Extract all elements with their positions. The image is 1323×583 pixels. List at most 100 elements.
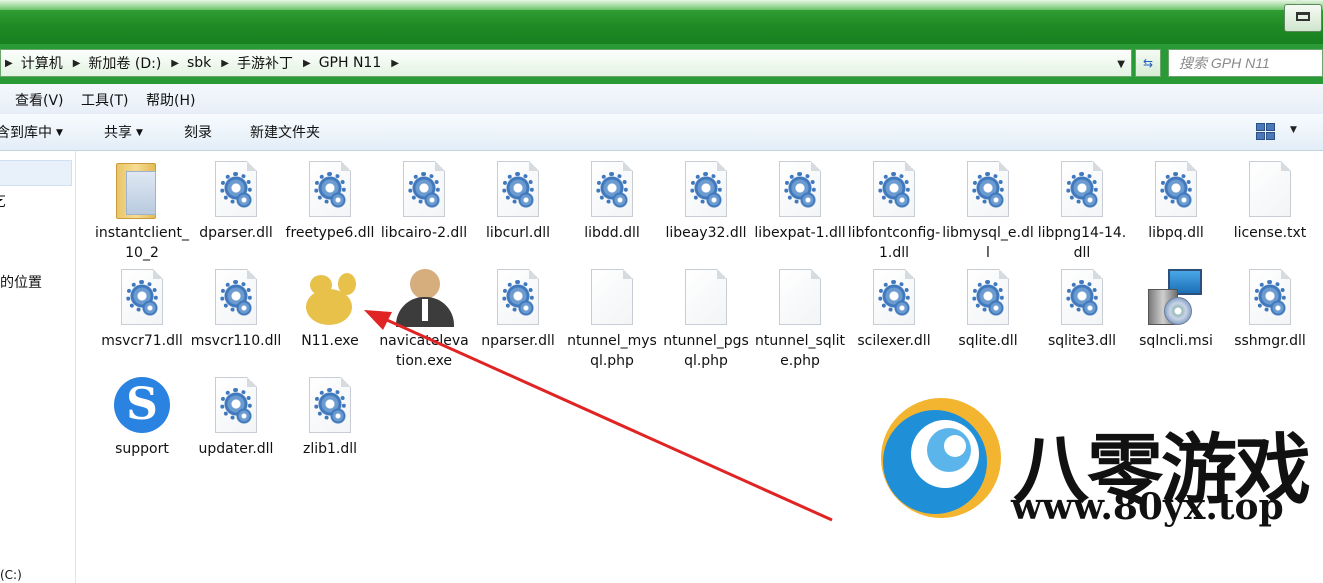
file-name: sqlite3.dll xyxy=(1047,333,1117,349)
dll-gear-icon xyxy=(488,161,548,221)
file-item-ntunnel-mysql[interactable]: ntunnel_mysql.php xyxy=(565,269,659,371)
folder-icon xyxy=(112,161,172,221)
dll-gear-icon xyxy=(864,161,924,221)
menu-bar: 查看(V) 工具(T) 帮助(H) xyxy=(0,84,1323,115)
nav-item-partial[interactable]: 乞 xyxy=(0,191,6,211)
address-dropdown-icon[interactable]: ▼ xyxy=(1117,59,1125,70)
dll-gear-icon xyxy=(206,377,266,437)
file-item-navicatelevation[interactable]: navicatelevation.exe xyxy=(377,269,471,371)
file-item-libmysql-e[interactable]: libmysql_e.dll xyxy=(941,161,1035,263)
breadcrumb-arrow-icon[interactable]: ▶ xyxy=(69,58,85,69)
file-item-msvcr71[interactable]: msvcr71.dll xyxy=(95,269,189,351)
address-bar[interactable]: ▶ 计算机 ▶ 新加卷 (D:) ▶ sbk ▶ 手游补丁 ▶ GPH N11 ▶ ▼ xyxy=(0,49,1132,77)
breadcrumb-arrow-icon[interactable]: ▶ xyxy=(217,58,233,69)
file-item-sqlite[interactable]: sqlite.dll xyxy=(941,269,1035,351)
file-item-instantclient[interactable]: instantclient_10_2 xyxy=(95,161,189,263)
menu-help[interactable]: 帮助(H) xyxy=(146,90,195,110)
dll-gear-icon xyxy=(206,269,266,329)
file-name: freetype6.dll xyxy=(285,225,375,241)
menu-view[interactable]: 查看(V) xyxy=(15,90,64,110)
file-item-libcairo[interactable]: libcairo-2.dll xyxy=(377,161,471,243)
file-item-libfontconfig[interactable]: libfontconfig-1.dll xyxy=(847,161,941,263)
breadcrumb-patch[interactable]: 手游补丁 ▶ xyxy=(233,50,315,76)
breadcrumb-computer[interactable]: 计算机 ▶ xyxy=(17,50,85,76)
breadcrumb-drive[interactable]: 新加卷 (D:) ▶ xyxy=(84,50,183,76)
breadcrumb-root-arrow[interactable]: ▶ xyxy=(1,50,17,76)
file-item-freetype6[interactable]: freetype6.dll xyxy=(283,161,377,243)
nav-item-recent-places[interactable]: 的位置 xyxy=(0,272,42,292)
dll-gear-icon xyxy=(394,161,454,221)
file-item-libpng14[interactable]: libpng14-14.dll xyxy=(1035,161,1129,263)
file-name: support xyxy=(115,441,169,457)
search-input[interactable] xyxy=(1168,49,1323,77)
file-name: msvcr110.dll xyxy=(190,333,282,349)
view-dropdown-icon[interactable]: ▼ xyxy=(1290,125,1297,135)
file-name: libfontconfig-1.dll xyxy=(847,225,941,261)
file-item-nparser[interactable]: nparser.dll xyxy=(471,269,565,351)
dll-gear-icon xyxy=(488,269,548,329)
file-item-ntunnel-pgsql[interactable]: ntunnel_pgsql.php xyxy=(659,269,753,371)
file-item-scilexer[interactable]: scilexer.dll xyxy=(847,269,941,351)
file-item-sqlite3[interactable]: sqlite3.dll xyxy=(1035,269,1129,351)
watermark: 八零游戏 www.80yx.top xyxy=(873,368,1323,583)
breadcrumb-arrow-icon[interactable]: ▶ xyxy=(387,58,403,69)
file-item-libexpat[interactable]: libexpat-1.dll xyxy=(753,161,847,243)
file-name: msvcr71.dll xyxy=(101,333,183,349)
breadcrumb-label: sbk xyxy=(186,55,212,71)
file-name: ntunnel_mysql.php xyxy=(567,333,657,369)
command-toolbar: 含到库中 ▼ 共享 ▼ 刻录 新建文件夹 ▼ xyxy=(0,114,1323,151)
file-item-n11-exe[interactable]: N11.exe xyxy=(283,269,377,351)
file-item-libcurl[interactable]: libcurl.dll xyxy=(471,161,565,243)
restore-button[interactable] xyxy=(1284,4,1322,32)
php-file-icon xyxy=(676,269,736,329)
share-button[interactable]: 共享 ▼ xyxy=(104,122,143,142)
file-item-libdd[interactable]: libdd.dll xyxy=(565,161,659,243)
dll-gear-icon xyxy=(1052,161,1112,221)
breadcrumb-sbk[interactable]: sbk ▶ xyxy=(183,50,233,76)
file-name: dparser.dll xyxy=(199,225,273,241)
new-folder-button[interactable]: 新建文件夹 xyxy=(250,122,320,142)
window-titlebar: » xyxy=(0,0,1323,44)
file-item-msvcr110[interactable]: msvcr110.dll xyxy=(189,269,283,351)
include-in-library-button[interactable]: 含到库中 ▼ xyxy=(0,122,63,142)
dll-gear-icon xyxy=(112,269,172,329)
file-item-zlib1[interactable]: zlib1.dll xyxy=(283,377,377,459)
file-name: updater.dll xyxy=(198,441,274,457)
nav-item-drive-c[interactable]: (C:) xyxy=(0,568,22,582)
nav-selected-item[interactable] xyxy=(0,160,72,186)
burn-button[interactable]: 刻录 xyxy=(184,122,212,142)
watermark-logo xyxy=(881,398,1001,518)
file-name: license.txt xyxy=(1233,225,1307,241)
file-name: N11.exe xyxy=(301,333,359,349)
dll-gear-icon xyxy=(864,269,924,329)
file-name: libcairo-2.dll xyxy=(380,225,468,241)
file-item-ntunnel-sqlite[interactable]: ntunnel_sqlite.php xyxy=(753,269,847,371)
file-item-sshmgr[interactable]: sshmgr.dll xyxy=(1223,269,1317,351)
breadcrumb-gph-n11[interactable]: GPH N11 ▶ xyxy=(315,50,403,76)
breadcrumb-arrow-icon[interactable]: ▶ xyxy=(167,58,183,69)
file-item-libpq[interactable]: libpq.dll xyxy=(1129,161,1223,243)
file-name: ntunnel_pgsql.php xyxy=(663,333,749,369)
msi-installer-icon xyxy=(1146,269,1206,329)
file-name: sqlite.dll xyxy=(958,333,1018,349)
view-options-icon[interactable] xyxy=(1256,123,1276,140)
include-in-library-label: 含到库中 xyxy=(0,125,52,141)
file-item-license[interactable]: license.txt xyxy=(1223,161,1317,243)
support-s-icon: S xyxy=(112,377,172,437)
breadcrumb-label: 新加卷 (D:) xyxy=(88,56,162,72)
dll-gear-icon xyxy=(958,161,1018,221)
file-item-updater[interactable]: updater.dll xyxy=(189,377,283,459)
menu-tools[interactable]: 工具(T) xyxy=(81,90,128,110)
dll-gear-icon xyxy=(206,161,266,221)
file-item-dparser[interactable]: dparser.dll xyxy=(189,161,283,243)
file-item-libeay32[interactable]: libeay32.dll xyxy=(659,161,753,243)
file-item-sqlncli[interactable]: sqlncli.msi xyxy=(1129,269,1223,351)
navigation-pane: 乞 的位置 (C:) xyxy=(0,151,76,583)
file-item-support[interactable]: S support xyxy=(95,377,189,459)
breadcrumb-arrow-icon[interactable]: ▶ xyxy=(299,58,315,69)
file-name: libeay32.dll xyxy=(665,225,747,241)
refresh-button[interactable]: ⇆ xyxy=(1135,49,1161,77)
dll-gear-icon xyxy=(770,161,830,221)
file-name: scilexer.dll xyxy=(857,333,931,349)
dll-gear-icon xyxy=(300,377,360,437)
